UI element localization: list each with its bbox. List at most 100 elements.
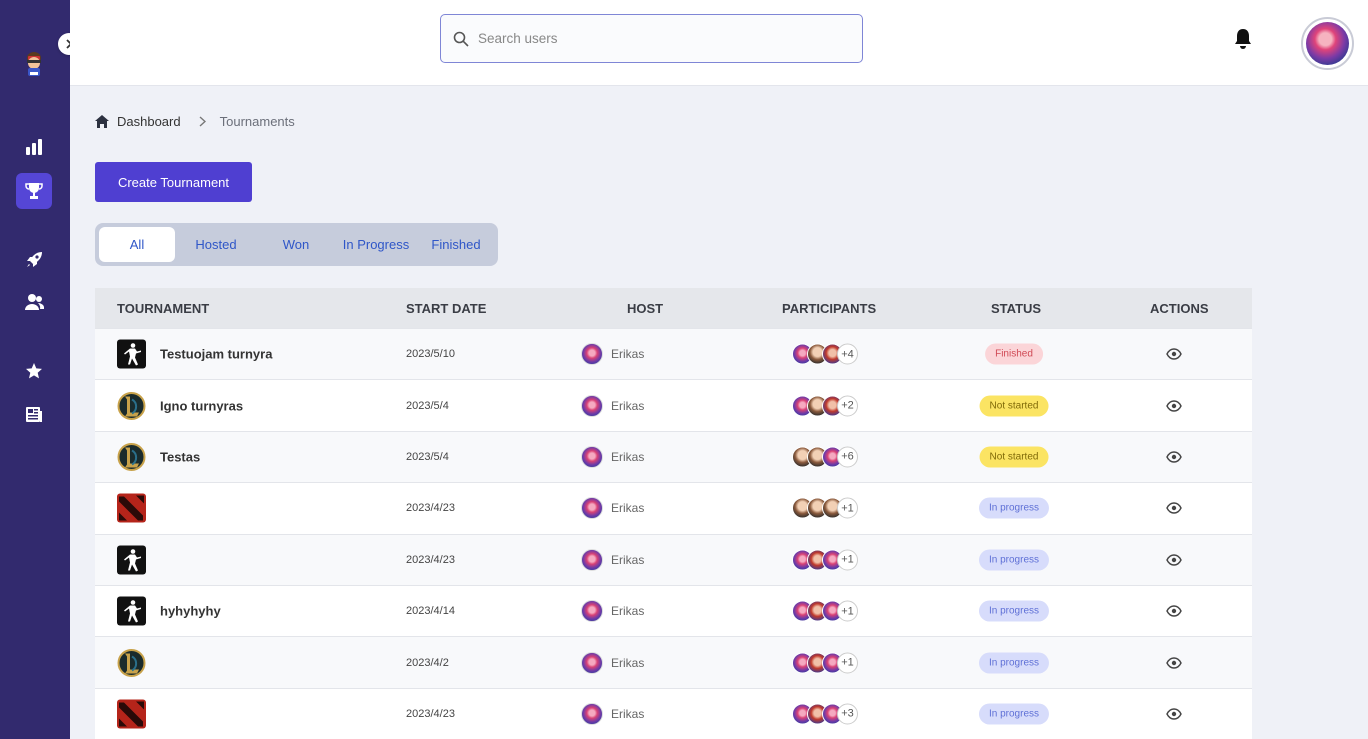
host-name: Erikas xyxy=(611,501,645,516)
table-header: TOURNAMENT START DATE HOST PARTICIPANTS … xyxy=(95,288,1252,328)
view-eye-icon[interactable] xyxy=(1166,605,1182,617)
user-avatar[interactable] xyxy=(1301,17,1354,70)
sidebar-item-stats[interactable] xyxy=(16,129,52,165)
host[interactable]: Erikas xyxy=(581,394,645,417)
csgo-game-icon xyxy=(117,545,146,575)
view-eye-icon[interactable] xyxy=(1166,399,1182,412)
host-avatar xyxy=(581,651,603,674)
view-eye-icon[interactable] xyxy=(1166,554,1182,566)
participants-more-count: +6 xyxy=(837,446,858,468)
participants-more-count: +1 xyxy=(837,497,858,519)
participants[interactable]: +6 xyxy=(792,446,858,468)
start-date: 2023/5/4 xyxy=(406,399,449,412)
tab-finished[interactable]: Finished xyxy=(417,227,495,262)
tab-in-progress[interactable]: In Progress xyxy=(335,227,417,262)
tab-hosted[interactable]: Hosted xyxy=(175,227,257,262)
participants[interactable]: +1 xyxy=(792,652,858,674)
host[interactable]: Erikas xyxy=(581,600,644,623)
start-date: 2023/4/2 xyxy=(406,656,449,669)
lol-game-icon xyxy=(117,391,146,420)
participants-more-count: +2 xyxy=(837,395,858,417)
host-avatar xyxy=(581,702,603,725)
host[interactable]: Erikas xyxy=(581,548,645,571)
host-avatar xyxy=(581,548,603,571)
lol-game-icon xyxy=(117,442,146,471)
participants-more-count: +1 xyxy=(837,549,858,571)
table-row[interactable]: 2023/4/23 Erikas +3 In progress xyxy=(95,687,1252,739)
view-eye-icon[interactable] xyxy=(1166,451,1182,463)
table-row[interactable]: Testas 2023/5/4 Erikas +6 Not started xyxy=(95,430,1252,483)
host[interactable]: Erikas xyxy=(581,497,645,520)
start-date: 2023/5/10 xyxy=(406,348,455,361)
search-input[interactable] xyxy=(478,31,828,46)
participants-more-count: +3 xyxy=(837,703,858,725)
participants[interactable]: +1 xyxy=(792,497,858,519)
table-row[interactable]: 2023/4/23 Erikas +1 In progress xyxy=(95,533,1252,585)
participants[interactable]: +2 xyxy=(792,395,858,417)
table-row[interactable]: hyhyhyhy 2023/4/14 Erikas +1 In progress xyxy=(95,584,1252,637)
start-date: 2023/4/23 xyxy=(406,553,455,566)
host-name: Erikas xyxy=(611,398,645,413)
host[interactable]: Erikas xyxy=(581,445,645,468)
view-eye-icon[interactable] xyxy=(1166,348,1182,360)
table-row[interactable]: Igno turnyras 2023/5/4 Erikas +2 Not sta… xyxy=(95,379,1252,431)
rocket-icon xyxy=(26,251,42,267)
topbar xyxy=(70,0,1368,86)
users-icon xyxy=(25,294,44,310)
participants[interactable]: +3 xyxy=(792,703,858,725)
bar-chart-icon xyxy=(26,139,42,155)
tournaments-table: TOURNAMENT START DATE HOST PARTICIPANTS … xyxy=(95,288,1252,739)
csgo-game-icon xyxy=(117,339,146,369)
dota-game-icon xyxy=(117,493,146,523)
sidebar-item-launch[interactable] xyxy=(16,241,52,277)
tournament-name: Testas xyxy=(160,449,201,465)
host-avatar xyxy=(581,497,603,520)
participants[interactable]: +1 xyxy=(792,549,858,571)
host[interactable]: Erikas xyxy=(581,651,644,674)
start-date: 2023/4/23 xyxy=(406,707,455,720)
tournament-name: Testuojam turnyra xyxy=(160,346,273,362)
view-eye-icon[interactable] xyxy=(1166,502,1182,515)
sidebar-item-users[interactable] xyxy=(16,284,52,320)
tab-won[interactable]: Won xyxy=(257,227,335,262)
column-header-tournament: TOURNAMENT xyxy=(117,301,210,316)
sidebar xyxy=(0,0,80,739)
view-eye-icon[interactable] xyxy=(1166,656,1182,669)
filter-tabs: All Hosted Won In Progress Finished xyxy=(95,223,498,266)
participants-more-count: +1 xyxy=(837,600,858,622)
host[interactable]: Erikas xyxy=(581,343,645,366)
sidebar-item-tournaments[interactable] xyxy=(16,173,52,209)
breadcrumb: Dashboard Tournaments xyxy=(95,114,295,129)
dota-game-icon xyxy=(117,699,146,729)
host-name: Erikas xyxy=(611,347,645,362)
bell-icon xyxy=(1235,29,1251,49)
participants[interactable]: +1 xyxy=(792,600,858,622)
search-icon xyxy=(453,31,469,47)
status-badge: In progress xyxy=(978,652,1050,674)
create-tournament-button[interactable]: Create Tournament xyxy=(95,162,252,202)
table-body: Testuojam turnyra 2023/5/10 Erikas +4 Fi… xyxy=(95,328,1252,739)
status-badge: In progress xyxy=(978,549,1050,571)
search-bar[interactable] xyxy=(440,14,863,63)
app-logo[interactable] xyxy=(22,50,46,78)
tab-all[interactable]: All xyxy=(99,227,175,262)
notifications-button[interactable] xyxy=(1233,28,1255,52)
column-header-status: STATUS xyxy=(991,301,1042,316)
trophy-icon xyxy=(25,183,43,199)
home-icon xyxy=(95,115,109,128)
chevron-right-icon xyxy=(199,116,206,127)
table-row[interactable]: 2023/4/2 Erikas +1 In progress xyxy=(95,636,1252,688)
table-row[interactable]: Testuojam turnyra 2023/5/10 Erikas +4 Fi… xyxy=(95,328,1252,380)
start-date: 2023/4/14 xyxy=(406,605,455,618)
breadcrumb-dashboard[interactable]: Dashboard xyxy=(117,114,181,129)
host-name: Erikas xyxy=(611,449,645,464)
host-name: Erikas xyxy=(611,552,645,567)
star-icon xyxy=(26,363,42,379)
participants[interactable]: +4 xyxy=(792,343,858,365)
table-row[interactable]: 2023/4/23 Erikas +1 In progress xyxy=(95,482,1252,534)
view-eye-icon[interactable] xyxy=(1166,708,1182,720)
sidebar-item-favorites[interactable] xyxy=(16,353,52,389)
status-badge: In progress xyxy=(978,600,1050,622)
sidebar-item-news[interactable] xyxy=(16,396,52,432)
host[interactable]: Erikas xyxy=(581,702,644,725)
